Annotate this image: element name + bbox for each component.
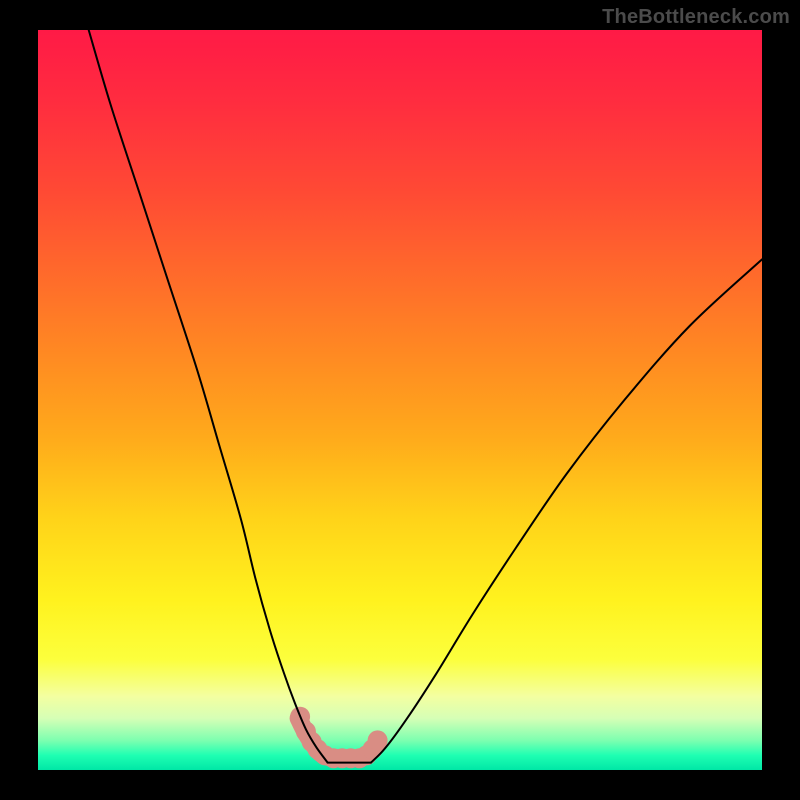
accent-segment	[290, 707, 388, 769]
plot-area	[38, 30, 762, 770]
watermark-text: TheBottleneck.com	[602, 6, 790, 29]
curves-svg	[38, 30, 762, 770]
accent-dots	[290, 707, 388, 769]
left-curve	[89, 30, 328, 763]
right-curve	[371, 259, 762, 762]
chart-frame: TheBottleneck.com	[0, 0, 800, 800]
